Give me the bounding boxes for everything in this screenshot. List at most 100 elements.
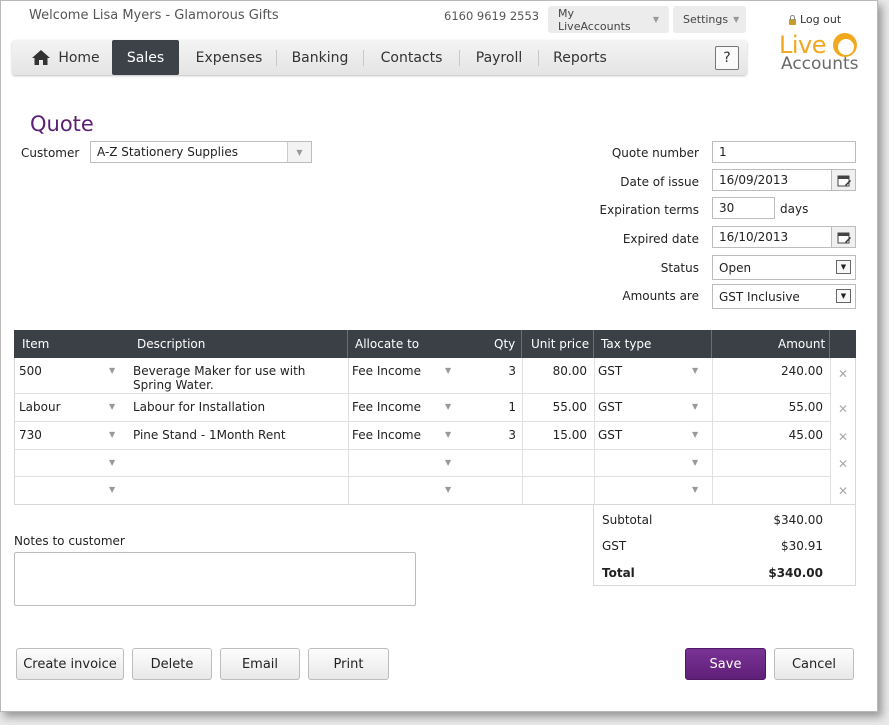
- allocate-to-cell[interactable]: Fee Income: [352, 422, 421, 442]
- date-of-issue-input[interactable]: 16/09/2013: [712, 169, 856, 191]
- chevron-down-icon[interactable]: ▼: [287, 142, 311, 162]
- chevron-down-icon[interactable]: ▼: [692, 430, 698, 439]
- description-cell[interactable]: Pine Stand - 1Month Rent: [133, 422, 286, 442]
- unit-price-cell[interactable]: 80.00: [525, 358, 587, 378]
- amounts-are-select[interactable]: GST Inclusive ▼: [712, 284, 856, 309]
- col-allocate-to: Allocate to: [355, 337, 420, 351]
- line-items-header: Item Description Allocate to Qty Unit pr…: [14, 330, 856, 358]
- nav-contacts-label: Contacts: [380, 49, 443, 66]
- chevron-down-icon[interactable]: ▼: [445, 366, 451, 375]
- delete-row-icon[interactable]: ✕: [838, 457, 848, 471]
- chevron-down-icon[interactable]: ▼: [445, 402, 451, 411]
- col-divider: [521, 330, 522, 358]
- cancel-button[interactable]: Cancel: [774, 648, 854, 680]
- phone-number: 6160 9619 2553: [444, 9, 540, 23]
- chevron-down-icon[interactable]: ▼: [692, 485, 698, 494]
- customer-value: A-Z Stationery Supplies: [97, 145, 238, 159]
- chevron-down-icon[interactable]: ▼: [109, 458, 115, 467]
- nav-banking-label: Banking: [291, 49, 349, 66]
- table-row[interactable]: ▼ ▼ ▼ ✕: [15, 450, 848, 477]
- qty-cell[interactable]: 1: [475, 394, 516, 414]
- chevron-down-icon[interactable]: ▼: [109, 485, 115, 494]
- customer-combobox[interactable]: A-Z Stationery Supplies ▼: [90, 141, 312, 163]
- col-item: Item: [22, 337, 50, 351]
- delete-button[interactable]: Delete: [132, 648, 212, 680]
- subtotal-label: Subtotal: [602, 513, 653, 527]
- amount-cell: 45.00: [788, 428, 823, 442]
- status-label: Status: [660, 261, 699, 275]
- delete-row-icon[interactable]: ✕: [838, 367, 848, 381]
- help-button[interactable]: ?: [715, 46, 739, 70]
- save-button[interactable]: Save: [685, 648, 766, 680]
- amount-cell: 55.00: [788, 400, 823, 414]
- col-divider: [347, 330, 348, 358]
- chevron-down-icon[interactable]: ▼: [109, 430, 115, 439]
- nav-payroll[interactable]: Payroll: [460, 40, 538, 75]
- table-row[interactable]: 730 ▼ Pine Stand - 1Month Rent Fee Incom…: [15, 422, 848, 450]
- logout-link[interactable]: Log out: [788, 13, 841, 26]
- calendar-icon[interactable]: [831, 170, 855, 190]
- app-window: Welcome Lisa Myers - Glamorous Gifts 616…: [0, 0, 878, 712]
- liveaccounts-logo: Live Accounts: [777, 31, 867, 77]
- quote-number-input[interactable]: 1: [712, 141, 856, 163]
- item-cell[interactable]: 500: [19, 358, 42, 378]
- delete-row-icon[interactable]: ✕: [838, 484, 848, 498]
- nav-sales[interactable]: Sales: [112, 40, 179, 75]
- description-cell[interactable]: Labour for Installation: [133, 394, 265, 414]
- create-invoice-button[interactable]: Create invoice: [16, 648, 124, 680]
- chevron-down-icon[interactable]: ▼: [445, 485, 451, 494]
- unit-price-cell[interactable]: 15.00: [525, 422, 587, 442]
- col-divider: [593, 330, 594, 358]
- col-unit-price: Unit price: [531, 337, 590, 351]
- line-items-grid: 500 ▼ Beverage Maker for use with Spring…: [14, 358, 856, 505]
- nav-home[interactable]: Home: [20, 40, 112, 75]
- settings-label: Settings: [683, 13, 729, 26]
- tax-type-cell[interactable]: GST: [598, 422, 622, 442]
- description-cell[interactable]: Beverage Maker for use with Spring Water…: [133, 358, 305, 392]
- delete-row-icon[interactable]: ✕: [838, 430, 848, 444]
- print-button[interactable]: Print: [308, 648, 389, 680]
- status-select[interactable]: Open ▼: [712, 255, 856, 280]
- expiration-terms-input[interactable]: 30: [712, 197, 775, 219]
- expired-date-value: 16/10/2013: [719, 230, 789, 244]
- chevron-down-icon: ▼: [836, 260, 851, 274]
- welcome-text: Welcome Lisa Myers - Glamorous Gifts: [29, 8, 279, 23]
- chevron-down-icon[interactable]: ▼: [109, 366, 115, 375]
- chevron-down-icon: ▼: [652, 15, 659, 24]
- nav-sales-label: Sales: [126, 49, 165, 66]
- email-button[interactable]: Email: [220, 648, 300, 680]
- allocate-to-cell[interactable]: Fee Income: [352, 358, 421, 378]
- chevron-down-icon[interactable]: ▼: [692, 458, 698, 467]
- settings-menu[interactable]: Settings ▼: [673, 6, 746, 33]
- table-row[interactable]: 500 ▼ Beverage Maker for use with Spring…: [15, 358, 848, 394]
- allocate-to-cell[interactable]: Fee Income: [352, 394, 421, 414]
- nav-expenses-label: Expenses: [195, 49, 263, 66]
- unit-price-cell[interactable]: 55.00: [525, 394, 587, 414]
- item-cell[interactable]: Labour: [19, 394, 61, 414]
- item-cell[interactable]: 730: [19, 422, 42, 442]
- tax-type-cell[interactable]: GST: [598, 358, 622, 378]
- my-liveaccounts-menu[interactable]: My LiveAccounts ▼: [548, 6, 669, 33]
- notes-textarea[interactable]: [14, 552, 416, 606]
- chevron-down-icon[interactable]: ▼: [445, 430, 451, 439]
- expired-date-input[interactable]: 16/10/2013: [712, 226, 856, 248]
- table-row[interactable]: ▼ ▼ ▼ ✕: [15, 477, 848, 504]
- table-row[interactable]: Labour ▼ Labour for Installation Fee Inc…: [15, 394, 848, 422]
- chevron-down-icon[interactable]: ▼: [445, 458, 451, 467]
- delete-row-icon[interactable]: ✕: [838, 402, 848, 416]
- status-value: Open: [719, 261, 752, 275]
- chevron-down-icon[interactable]: ▼: [109, 402, 115, 411]
- qty-cell[interactable]: 3: [475, 422, 516, 442]
- chevron-down-icon[interactable]: ▼: [692, 402, 698, 411]
- nav-home-label: Home: [58, 49, 100, 66]
- nav-expenses[interactable]: Expenses: [184, 40, 274, 75]
- col-qty: Qty: [494, 337, 516, 351]
- page-title: Quote: [30, 112, 94, 136]
- nav-reports[interactable]: Reports: [539, 40, 621, 75]
- chevron-down-icon[interactable]: ▼: [692, 366, 698, 375]
- qty-cell[interactable]: 3: [475, 358, 516, 378]
- calendar-icon[interactable]: [831, 227, 855, 247]
- nav-banking[interactable]: Banking: [278, 40, 362, 75]
- tax-type-cell[interactable]: GST: [598, 394, 622, 414]
- nav-contacts[interactable]: Contacts: [364, 40, 459, 75]
